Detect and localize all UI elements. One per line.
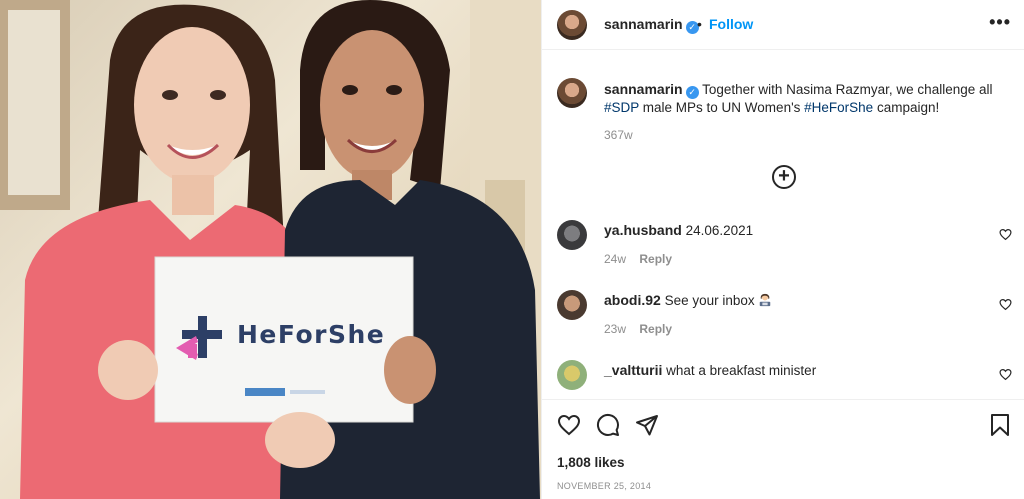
comment-like-heart-icon[interactable] (999, 368, 1012, 381)
comment-text: See your inbox (664, 293, 755, 308)
woman-office-worker-emoji-icon (760, 293, 771, 307)
caption-text-part: Together with Nasima Razmyar, we challen… (702, 82, 993, 97)
comment-like-heart-icon[interactable] (999, 298, 1012, 311)
comment-line: _valtturii what a breakfast minister (604, 362, 816, 378)
photo-illustration (0, 0, 541, 499)
reply-button[interactable]: Reply (639, 252, 672, 266)
separator-dot: • (697, 16, 702, 32)
reply-button[interactable]: Reply (639, 322, 672, 336)
caption-text-part: campaign! (873, 100, 940, 115)
comment-text: 24.06.2021 (685, 223, 754, 238)
bookmark-icon[interactable] (989, 413, 1011, 437)
commenter-username[interactable]: ya.husband (604, 222, 682, 238)
caption-username[interactable]: sannamarin (604, 81, 683, 97)
comment-item: ya.husband 24.06.2021 24w Reply (557, 220, 1017, 268)
comment-text: what a breakfast minister (666, 363, 817, 378)
post-date: NOVEMBER 25, 2014 (557, 481, 652, 491)
caption-text-part: male MPs to UN Women's (639, 100, 805, 115)
comment-meta: 23w Reply (604, 322, 672, 336)
comment-meta: 24w Reply (604, 252, 672, 266)
comment-line: ya.husband 24.06.2021 (604, 222, 753, 238)
author-username[interactable]: sannamarin (604, 16, 683, 32)
comment-line: abodi.92 See your inbox (604, 292, 772, 308)
follow-button[interactable]: Follow (709, 16, 753, 32)
author-username-group: sannamarin ✓ (604, 16, 699, 34)
caption-text: sannamarin ✓ Together with Nasima Razmyar… (604, 80, 1009, 117)
commenter-username[interactable]: abodi.92 (604, 292, 661, 308)
load-more-comments-button[interactable]: + (772, 165, 796, 189)
comment-item: abodi.92 See your inbox 23w Reply (557, 290, 1017, 338)
commenter-username[interactable]: _valtturii (604, 362, 662, 378)
comment-timestamp: 24w (604, 252, 627, 266)
hashtag-heforshe-link[interactable]: #HeForShe (804, 100, 873, 115)
comment-like-heart-icon[interactable] (999, 228, 1012, 241)
heart-icon[interactable] (557, 413, 581, 437)
post-header: sannamarin ✓ • Follow ••• (542, 0, 1024, 50)
commenter-avatar[interactable] (557, 360, 587, 390)
post-actions-bar: 1,808 likes NOVEMBER 25, 2014 (542, 399, 1024, 499)
heforshe-sign-text: HeForShe (237, 320, 386, 349)
verified-badge-icon: ✓ (685, 86, 699, 99)
caption-avatar[interactable] (557, 78, 587, 108)
hashtag-sdp-link[interactable]: #SDP (604, 100, 639, 115)
commenter-avatar[interactable] (557, 220, 587, 250)
author-avatar[interactable] (557, 10, 587, 40)
comment-timestamp: 23w (604, 322, 627, 336)
comment-icon[interactable] (596, 413, 620, 437)
more-options-icon[interactable]: ••• (989, 12, 1011, 33)
commenter-avatar[interactable] (557, 290, 587, 320)
post-side-panel: sannamarin ✓ • Follow ••• sannamarin ✓ Tog… (541, 0, 1024, 499)
caption-timestamp: 367w (604, 128, 633, 142)
share-icon[interactable] (635, 413, 659, 437)
likes-count[interactable]: 1,808 likes (557, 455, 625, 470)
post-photo: HeForShe (0, 0, 541, 499)
